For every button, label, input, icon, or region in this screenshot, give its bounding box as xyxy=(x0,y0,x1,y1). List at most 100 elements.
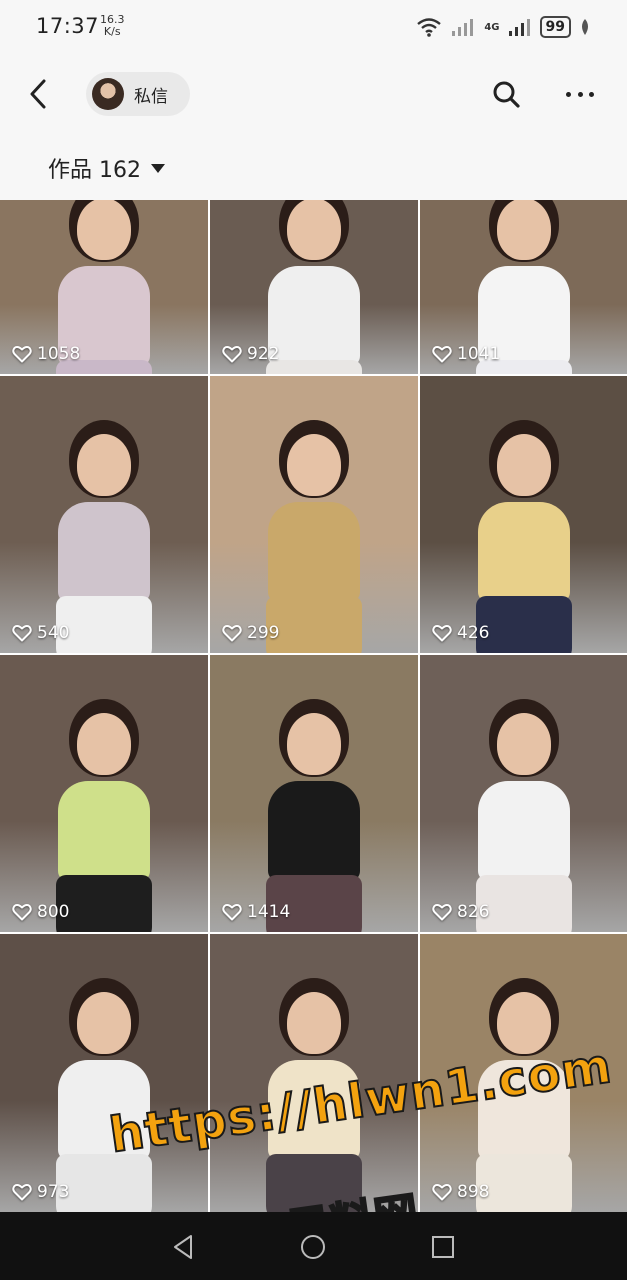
figure-top xyxy=(268,266,360,366)
nav-home-button[interactable] xyxy=(298,1232,328,1262)
like-count-value: 922 xyxy=(247,344,280,364)
like-count-value: 299 xyxy=(247,623,280,643)
heart-outline-icon xyxy=(12,1184,32,1201)
like-count: 922 xyxy=(222,344,279,364)
more-options-button[interactable] xyxy=(560,82,600,106)
search-icon xyxy=(493,81,520,108)
figure-head xyxy=(496,434,551,496)
figure-bottom xyxy=(266,596,362,653)
video-tile[interactable]: 1041 xyxy=(420,200,627,374)
heart-outline-icon xyxy=(432,346,452,363)
video-tile[interactable]: 826 xyxy=(420,655,627,932)
figure-head xyxy=(77,200,131,260)
figure-head xyxy=(496,200,551,260)
video-tile[interactable]: 973 xyxy=(0,934,208,1212)
more-horizontal-icon xyxy=(566,91,571,97)
thumbnail-figure xyxy=(44,376,164,653)
heart-outline-icon xyxy=(222,625,242,642)
figure-top xyxy=(477,502,570,602)
video-tile[interactable]: 426 xyxy=(420,376,627,653)
figure-bottom xyxy=(266,360,362,374)
thumbnail-figure xyxy=(464,655,584,932)
heart-outline-icon xyxy=(12,904,32,921)
heart-outline-icon xyxy=(432,625,452,642)
heart-outline-icon xyxy=(222,346,242,363)
figure-head xyxy=(287,434,341,496)
figure-bottom xyxy=(56,875,152,932)
thumbnail-figure xyxy=(464,376,584,653)
figure-bottom xyxy=(475,875,572,932)
direct-message-button[interactable]: 私信 xyxy=(86,72,190,116)
more-dot xyxy=(577,91,583,97)
figure-bottom xyxy=(56,1154,152,1212)
chevron-left-icon xyxy=(30,79,46,109)
figure-bottom xyxy=(475,1154,572,1212)
square-recents-icon xyxy=(432,1236,454,1258)
figure-head xyxy=(496,713,551,775)
figure-top xyxy=(58,502,150,602)
works-tab-label: 作品 162 xyxy=(48,158,141,183)
heart-outline-icon xyxy=(222,904,242,921)
status-icons: 4G 99 xyxy=(416,14,591,40)
figure-head xyxy=(287,992,341,1054)
wifi-icon xyxy=(417,18,442,37)
like-count-value: 826 xyxy=(457,902,490,922)
battery-indicator: 99 xyxy=(539,16,571,38)
like-count: 426 xyxy=(432,623,489,643)
like-count-value: 898 xyxy=(457,1182,490,1202)
video-tile[interactable]: 1058 xyxy=(0,200,208,374)
video-tile[interactable]: 800 xyxy=(0,655,208,932)
figure-top xyxy=(268,502,360,602)
figure-head xyxy=(77,992,131,1054)
like-count: 826 xyxy=(432,902,489,922)
video-tile[interactable]: 299 xyxy=(210,376,418,653)
video-tile[interactable]: 540 xyxy=(0,376,208,653)
figure-head xyxy=(77,713,131,775)
figure-top xyxy=(58,781,150,881)
network-type-label: 4G xyxy=(484,21,500,33)
video-tile[interactable]: 1414 xyxy=(210,655,418,932)
more-dot xyxy=(589,91,594,97)
search-button[interactable] xyxy=(490,78,522,110)
figure-head xyxy=(496,992,551,1054)
figure-head xyxy=(287,713,341,775)
dm-label: 私信 xyxy=(134,86,168,107)
like-count-value: 800 xyxy=(37,902,70,922)
heart-outline-icon xyxy=(432,1184,452,1201)
like-count: 540 xyxy=(12,623,69,643)
figure-bottom xyxy=(56,596,152,653)
profile-header: 私信 作品 162 xyxy=(0,52,627,200)
thumbnail-figure xyxy=(254,376,374,653)
figure-top xyxy=(477,781,570,881)
figure-bottom xyxy=(475,596,572,653)
nav-back-button[interactable] xyxy=(168,1232,198,1262)
like-count: 1058 xyxy=(12,344,80,364)
like-count: 800 xyxy=(12,902,69,922)
figure-top xyxy=(268,781,360,881)
back-button[interactable] xyxy=(20,74,56,114)
like-count-value: 1058 xyxy=(37,344,81,364)
nav-recents-button[interactable] xyxy=(428,1232,458,1262)
thumbnail-figure xyxy=(44,934,164,1212)
signal-icon xyxy=(452,19,474,36)
thumbnail-figure xyxy=(254,655,374,932)
like-count-value: 973 xyxy=(37,1182,70,1202)
net-speed-unit: K/s xyxy=(103,25,121,38)
system-nav-bar xyxy=(0,1212,627,1280)
circle-home-icon xyxy=(301,1235,325,1259)
like-count: 1041 xyxy=(432,344,500,364)
status-time: 17:37 xyxy=(36,14,100,38)
works-tab[interactable]: 作品 162 xyxy=(48,152,165,184)
figure-head xyxy=(77,434,131,496)
like-count: 973 xyxy=(12,1182,69,1202)
video-tile[interactable]: 922 xyxy=(210,200,418,374)
heart-outline-icon xyxy=(12,346,32,363)
like-count-value: 1414 xyxy=(247,902,291,922)
heart-outline-icon xyxy=(432,904,452,921)
heart-outline-icon xyxy=(12,625,32,642)
net-speed: 16.3 K/s xyxy=(100,14,125,38)
charging-leaf-icon xyxy=(582,19,588,35)
signal-strong-icon xyxy=(508,19,530,36)
figure-head xyxy=(287,200,341,260)
thumbnail-figure xyxy=(44,655,164,932)
